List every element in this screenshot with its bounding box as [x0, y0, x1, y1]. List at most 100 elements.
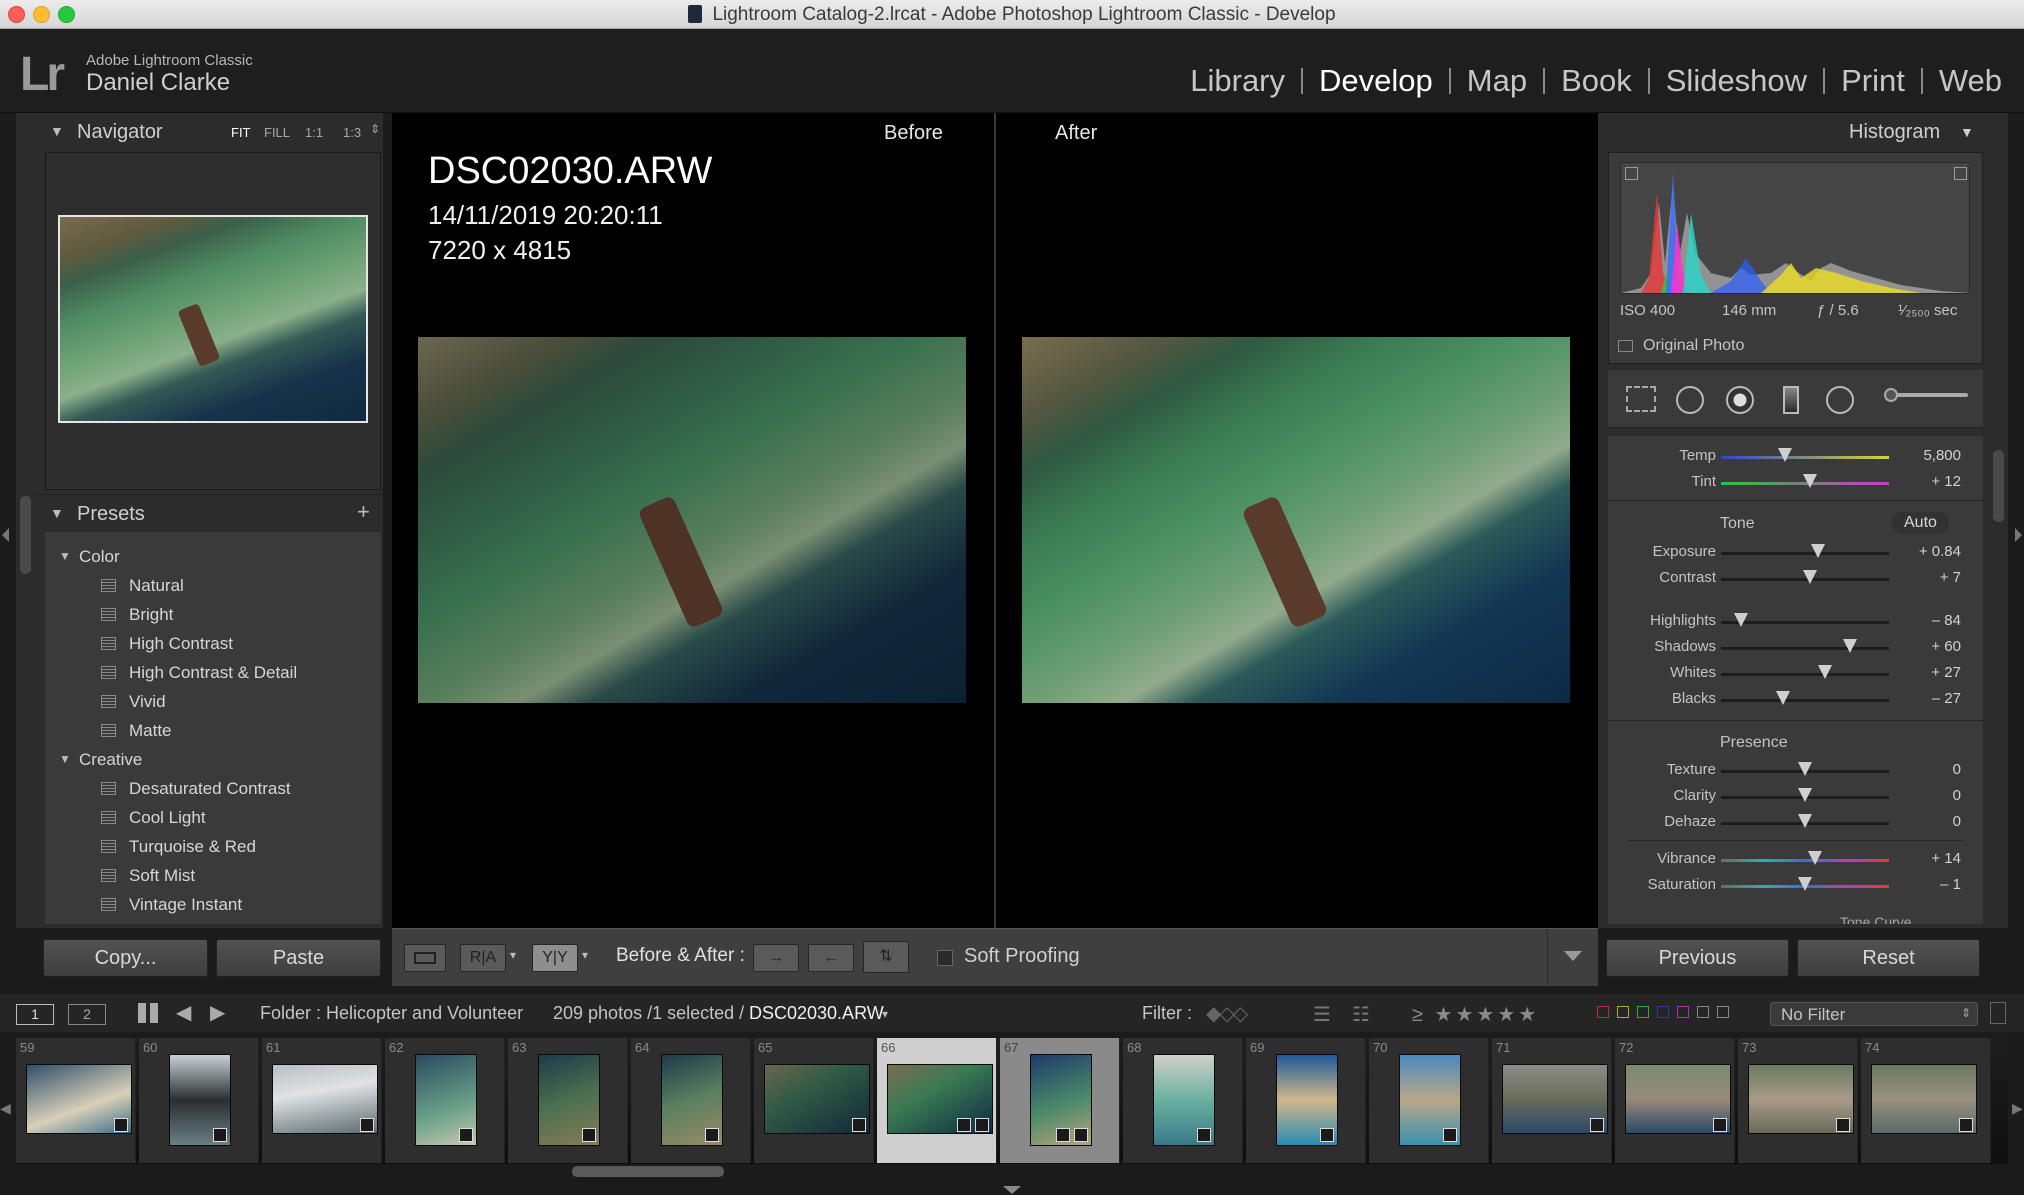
- preset-group-creative[interactable]: Creative: [45, 745, 381, 774]
- source-path[interactable]: Folder : Helicopter and Volunteer: [260, 1003, 523, 1024]
- preset-item[interactable]: Vivid: [45, 687, 381, 716]
- flag-filter-icon[interactable]: ◆◇◇: [1206, 1001, 1248, 1026]
- filter-preset-select[interactable]: No Filter ⇕: [1770, 1002, 1978, 1026]
- vibrance-value[interactable]: + 14: [1901, 850, 1961, 867]
- adjustment-brush-icon[interactable]: [1886, 393, 1968, 397]
- whites-track[interactable]: [1721, 673, 1889, 676]
- exposure-thumb[interactable]: [1811, 544, 1826, 558]
- preset-item[interactable]: Cool Light: [45, 803, 381, 832]
- highlights-slider-row[interactable]: Highlights – 84: [1608, 609, 1983, 635]
- clarity-thumb[interactable]: [1798, 788, 1812, 802]
- texture-slider-row[interactable]: Texture 0: [1608, 758, 1983, 784]
- preset-group-color[interactable]: Color: [45, 542, 381, 571]
- filmstrip-scroll-left-icon[interactable]: ◀: [0, 1100, 11, 1117]
- filter-lock-icon[interactable]: [1990, 1002, 2006, 1024]
- exposure-slider-row[interactable]: Exposure + 0.84: [1608, 540, 1983, 566]
- copy-before-to-after-button[interactable]: →: [753, 944, 799, 972]
- preset-item[interactable]: Natural: [45, 571, 381, 600]
- presets-header[interactable]: ▼ Presets +: [32, 494, 383, 530]
- tint-slider-row[interactable]: Tint + 12: [1608, 470, 1983, 496]
- graduated-filter-icon[interactable]: [1783, 386, 1799, 414]
- grid-view-icon[interactable]: [138, 1003, 158, 1023]
- filmstrip-cell[interactable]: 62: [385, 1038, 505, 1163]
- temp-value[interactable]: 5,800: [1901, 447, 1961, 464]
- filmstrip-cell[interactable]: 69: [1246, 1038, 1366, 1163]
- preset-item[interactable]: Bright: [45, 600, 381, 629]
- filmstrip-cell[interactable]: 59: [16, 1038, 136, 1163]
- selected-file-name[interactable]: DSC02030.ARW: [749, 1003, 884, 1024]
- copy-after-to-before-button[interactable]: ←: [808, 944, 854, 972]
- shadows-thumb[interactable]: [1843, 639, 1858, 653]
- custom-label-filter[interactable]: [1697, 1006, 1709, 1018]
- temp-thumb[interactable]: [1777, 448, 1792, 462]
- contrast-slider-row[interactable]: Contrast + 7: [1608, 566, 1983, 592]
- highlights-value[interactable]: – 84: [1901, 612, 1961, 629]
- filmstrip-cell[interactable]: 64: [631, 1038, 751, 1163]
- rating-filter-stars[interactable]: ≥ ★★★★★: [1412, 1002, 1539, 1027]
- file-dropdown-icon[interactable]: ▾: [882, 1007, 888, 1021]
- toolbar-menu-icon[interactable]: [1564, 951, 1582, 961]
- saturation-thumb[interactable]: [1798, 877, 1812, 891]
- filmstrip-cell[interactable]: 70: [1369, 1038, 1489, 1163]
- preset-item[interactable]: Matte: [45, 716, 381, 745]
- module-develop[interactable]: Develop: [1309, 63, 1443, 99]
- texture-value[interactable]: 0: [1901, 761, 1961, 778]
- module-library[interactable]: Library: [1180, 63, 1295, 99]
- filmstrip-cell[interactable]: 67: [1000, 1038, 1120, 1163]
- previous-button[interactable]: Previous: [1606, 939, 1789, 977]
- crop-tool-icon[interactable]: [1626, 386, 1656, 412]
- soft-proofing-checkbox[interactable]: [937, 950, 953, 966]
- vibrance-slider-row[interactable]: Vibrance + 14: [1608, 847, 1983, 873]
- exposure-value[interactable]: + 0.84: [1901, 543, 1961, 560]
- after-image[interactable]: [1022, 337, 1570, 703]
- filmstrip-cell[interactable]: 71: [1492, 1038, 1612, 1163]
- loupe-view-button[interactable]: [404, 944, 446, 972]
- secondary-window-button[interactable]: 2: [68, 1004, 106, 1025]
- highlight-clipping-toggle[interactable]: [1954, 167, 1967, 180]
- preset-item[interactable]: Desaturated Contrast: [45, 774, 381, 803]
- left-panel-scrollbar[interactable]: [20, 496, 31, 574]
- module-print[interactable]: Print: [1831, 63, 1915, 99]
- zoom-fit[interactable]: FIT: [231, 125, 251, 140]
- split-dropdown-icon[interactable]: ▾: [582, 948, 588, 962]
- filmstrip-cell[interactable]: 60: [139, 1038, 259, 1163]
- texture-thumb[interactable]: [1798, 762, 1812, 776]
- yellow-label-filter[interactable]: [1617, 1006, 1629, 1018]
- radial-filter-icon[interactable]: [1826, 386, 1854, 414]
- collapse-bottom-panel-icon[interactable]: [1003, 1186, 1021, 1194]
- dehaze-thumb[interactable]: [1798, 814, 1812, 828]
- filmstrip-cell[interactable]: 63: [508, 1038, 628, 1163]
- green-label-filter[interactable]: [1637, 1006, 1649, 1018]
- contrast-thumb[interactable]: [1803, 570, 1818, 584]
- filmstrip-scroll-right-icon[interactable]: ▶: [2012, 1100, 2023, 1117]
- saturation-value[interactable]: – 1: [1901, 876, 1961, 893]
- blacks-track[interactable]: [1721, 699, 1889, 702]
- forward-arrow-icon[interactable]: ▶: [210, 1000, 225, 1025]
- copy-button[interactable]: Copy...: [43, 939, 208, 977]
- preset-item[interactable]: Vintage Instant: [45, 890, 381, 919]
- tint-value[interactable]: + 12: [1901, 473, 1961, 490]
- saturation-slider-row[interactable]: Saturation – 1: [1608, 873, 1983, 899]
- preset-item[interactable]: High Contrast: [45, 629, 381, 658]
- filmstrip-cell-selected[interactable]: 66: [877, 1038, 997, 1163]
- blacks-value[interactable]: – 27: [1901, 690, 1961, 707]
- blacks-slider-row[interactable]: Blacks – 27: [1608, 687, 1983, 713]
- contrast-value[interactable]: + 7: [1901, 569, 1961, 586]
- vibrance-track[interactable]: [1721, 859, 1889, 862]
- filmstrip-scrollbar[interactable]: [572, 1166, 724, 1177]
- filmstrip-cell[interactable]: 61: [262, 1038, 382, 1163]
- before-after-left-right-button[interactable]: R|A: [460, 944, 506, 972]
- view-dropdown-icon[interactable]: ▾: [510, 948, 516, 962]
- blue-label-filter[interactable]: [1657, 1006, 1669, 1018]
- zoom-1-3[interactable]: 1:3: [343, 125, 361, 140]
- navigator-thumbnail[interactable]: [58, 215, 368, 423]
- paste-button[interactable]: Paste: [216, 939, 381, 977]
- preset-item[interactable]: Soft Mist: [45, 861, 381, 890]
- spot-removal-tool-icon[interactable]: [1676, 386, 1704, 414]
- no-label-filter[interactable]: [1717, 1006, 1729, 1018]
- temp-track[interactable]: [1721, 456, 1889, 459]
- blacks-thumb[interactable]: [1776, 691, 1791, 705]
- dehaze-slider-row[interactable]: Dehaze 0: [1608, 810, 1983, 836]
- preset-item[interactable]: High Contrast & Detail: [45, 658, 381, 687]
- temp-slider-row[interactable]: Temp 5,800: [1608, 444, 1983, 470]
